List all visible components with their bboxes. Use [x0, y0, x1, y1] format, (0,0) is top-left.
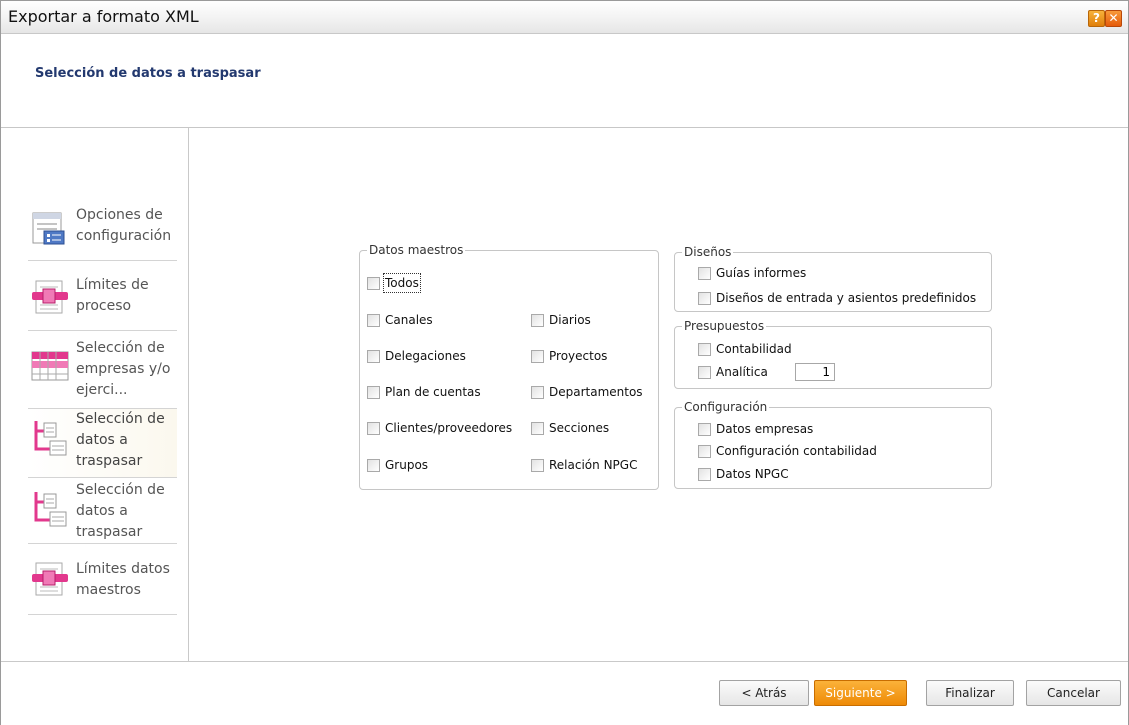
- checkbox-label: Relación NPGC: [549, 458, 638, 472]
- wizard-footer: < Atrás Siguiente > Finalizar Cancelar: [1, 661, 1128, 725]
- data-transfer-icon: [34, 492, 67, 527]
- checkbox-label: Proyectos: [549, 349, 608, 363]
- cancel-button[interactable]: Cancelar: [1026, 680, 1121, 706]
- checkbox-label: Configuración contabilidad: [716, 444, 877, 458]
- analitica-level-input[interactable]: [795, 363, 835, 381]
- checkbox-label: Todos: [383, 273, 421, 293]
- limits-icon: [32, 280, 68, 314]
- checkbox-label: Departamentos: [549, 385, 643, 399]
- sidebar-divider: [28, 260, 177, 261]
- sidebar-item-seleccion-datos-active[interactable]: Selección de datos a traspasar: [28, 409, 177, 477]
- checkbox-label: Datos NPGC: [716, 467, 789, 481]
- group-label: Configuración: [682, 400, 770, 414]
- data-transfer-icon: [34, 421, 67, 456]
- window-title: Exportar a formato XML: [8, 7, 199, 26]
- checkbox-label: Diseños de entrada y asientos predefinid…: [716, 291, 977, 305]
- sidebar-divider: [28, 477, 177, 478]
- sidebar-item-seleccion-datos[interactable]: Selección de datos a traspasar: [28, 480, 177, 546]
- next-button[interactable]: Siguiente >: [814, 680, 907, 706]
- checkbox-label: Clientes/proveedores: [385, 421, 513, 435]
- group-label: Diseños: [682, 245, 734, 259]
- group-label: Datos maestros: [367, 243, 466, 257]
- step-title: Selección de datos a traspasar: [35, 66, 261, 81]
- sidebar-item-label: Opciones de configuración: [76, 207, 172, 244]
- checkbox-label: Diarios: [549, 313, 591, 327]
- sidebar-item-label: Selección de empresas y/o ejerci...: [76, 340, 171, 398]
- sidebar-divider: [28, 614, 177, 615]
- help-button[interactable]: ?: [1088, 10, 1105, 27]
- checkbox-label: Analítica: [716, 365, 768, 379]
- sidebar-divider: [28, 330, 177, 331]
- calendar-grid-icon: [31, 351, 69, 381]
- wizard-header: Selección de datos a traspasar: [1, 34, 1128, 128]
- sidebar-item-seleccion-empresas[interactable]: Selección de empresas y/o ejerci...: [28, 338, 177, 404]
- wizard-steps-sidebar: Opciones de configuración Límites de pro…: [1, 128, 189, 661]
- sidebar-item-label: Selección de datos a traspasar: [76, 411, 165, 469]
- sidebar-item-opciones-configuracion[interactable]: Opciones de configuración: [28, 205, 177, 257]
- group-label: Presupuestos: [682, 319, 767, 333]
- sidebar-divider: [28, 543, 177, 544]
- checkbox-label: Guías informes: [716, 266, 807, 280]
- limits-icon: [32, 562, 68, 596]
- sidebar-item-limites-proceso[interactable]: Límites de proceso: [28, 275, 177, 327]
- sidebar-item-label: Límites de proceso: [76, 277, 149, 314]
- checkbox-label: Secciones: [549, 421, 610, 435]
- sidebar-item-label: Selección de datos a traspasar: [76, 482, 165, 540]
- checkbox-label: Grupos: [385, 458, 429, 472]
- checkbox-label: Plan de cuentas: [385, 385, 481, 399]
- config-list-icon: [32, 212, 65, 245]
- sidebar-item-label: Límites datos maestros: [76, 561, 170, 598]
- back-button[interactable]: < Atrás: [719, 680, 809, 706]
- checkbox-label: Contabilidad: [716, 342, 792, 356]
- checkbox-label: Delegaciones: [385, 349, 466, 363]
- checkbox-label: Canales: [385, 313, 433, 327]
- dialog-window: Exportar a formato XML ? ✕ Selección de …: [0, 0, 1129, 725]
- sidebar-item-limites-datos-maestros[interactable]: Límites datos maestros: [28, 559, 177, 611]
- close-button[interactable]: ✕: [1105, 10, 1122, 27]
- checkbox-label: Datos empresas: [716, 422, 814, 436]
- finish-button[interactable]: Finalizar: [926, 680, 1014, 706]
- title-bar[interactable]: Exportar a formato XML ? ✕: [1, 1, 1128, 34]
